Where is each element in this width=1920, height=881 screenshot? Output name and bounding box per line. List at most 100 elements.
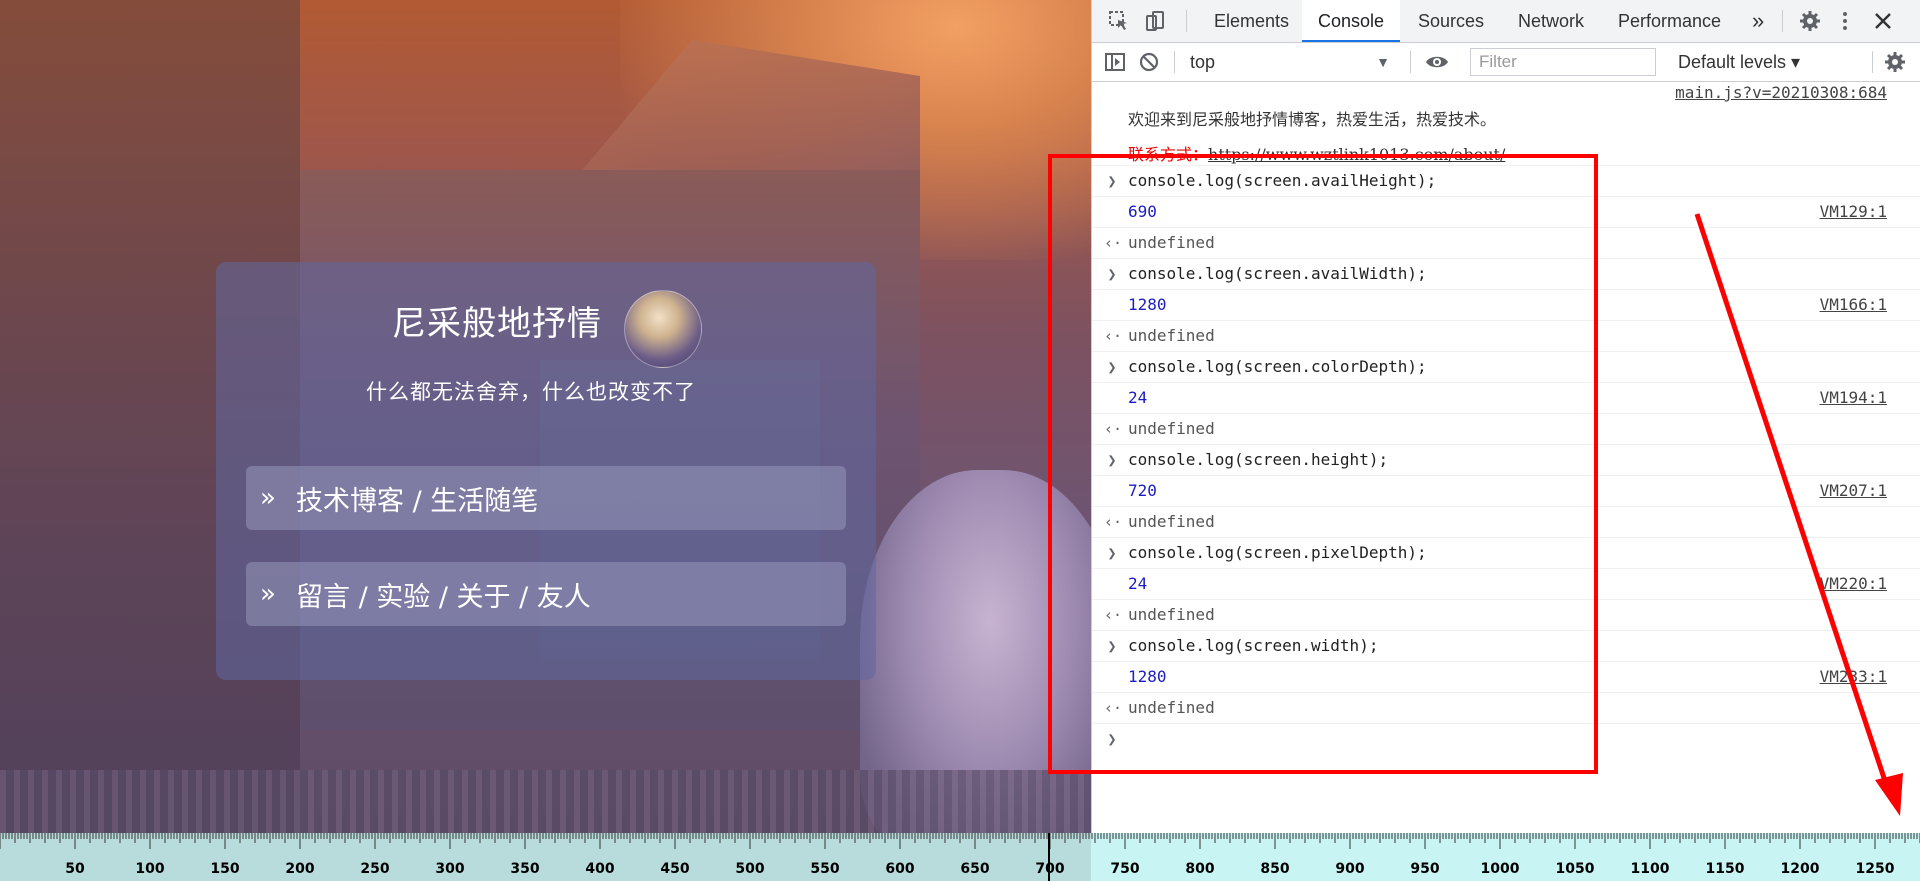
console-command: console.log(screen.pixelDepth); xyxy=(1128,543,1427,562)
ruler-label: 550 xyxy=(810,861,840,877)
console-message: main.js?v=20210308:684 xyxy=(1092,81,1920,105)
live-expression-eye-icon[interactable] xyxy=(1424,49,1450,75)
console-result: undefined xyxy=(1128,233,1215,252)
tab-network[interactable]: Network xyxy=(1502,0,1600,41)
more-options-icon[interactable] xyxy=(1832,8,1858,34)
ruler-label: 750 xyxy=(1110,861,1140,877)
sidebar-toggle-icon[interactable] xyxy=(1102,49,1128,75)
source-link[interactable]: VM220:1 xyxy=(1820,569,1887,599)
source-link[interactable]: VM166:1 xyxy=(1820,290,1887,320)
chevron-right-icon: » xyxy=(260,483,276,513)
source-link[interactable]: VM207:1 xyxy=(1820,476,1887,506)
console-prompt[interactable]: ❯ xyxy=(1092,724,1920,754)
clear-console-icon[interactable] xyxy=(1136,49,1162,75)
close-icon[interactable] xyxy=(1870,8,1896,34)
chevron-right-icon: ❯ xyxy=(1107,265,1117,283)
console-log-value: 1280 xyxy=(1128,667,1167,686)
console-result-row: ‹· undefined xyxy=(1092,600,1920,631)
ruler-label: 1200 xyxy=(1780,861,1820,877)
nav-link-blog[interactable]: » 技术博客 / 生活随笔 xyxy=(246,466,846,530)
nav-link-label: 留言 / 实验 / 关于 / 友人 xyxy=(296,581,591,613)
blog-page: 尼采般地抒情 什么都无法舍弃，什么也改变不了 » 技术博客 / 生活随笔 » 留… xyxy=(0,0,1091,833)
console-command: console.log(screen.availHeight); xyxy=(1128,171,1437,190)
ruler-label: 200 xyxy=(285,861,315,877)
ruler-label: 1250 xyxy=(1855,861,1895,877)
console-command: console.log(screen.height); xyxy=(1128,450,1389,469)
tab-console[interactable]: Console xyxy=(1302,0,1401,42)
site-title: 尼采般地抒情 xyxy=(392,304,602,344)
settings-gear-icon[interactable] xyxy=(1797,8,1823,34)
console-message: 联系方式：https://www.wztlink1013.com/about/ xyxy=(1092,135,1920,166)
console-input-row: ❯ console.log(screen.availHeight); xyxy=(1092,166,1920,197)
return-arrow-icon: ‹· xyxy=(1104,699,1123,717)
console-log-value: 1280 xyxy=(1128,295,1167,314)
console-log-row: 1280 VM233:1 xyxy=(1092,662,1920,693)
console-input-row: ❯ console.log(screen.height); xyxy=(1092,445,1920,476)
inspect-element-icon[interactable] xyxy=(1106,8,1132,34)
contact-link[interactable]: https://www.wztlink1013.com/about/ xyxy=(1208,145,1505,164)
console-log-row: 24 VM220:1 xyxy=(1092,569,1920,600)
console-log-value: 24 xyxy=(1128,574,1148,593)
ruler-label: 350 xyxy=(510,861,540,877)
ruler-label: 800 xyxy=(1185,861,1215,877)
console-input-row: ❯ console.log(screen.pixelDepth); xyxy=(1092,538,1920,569)
ruler-label: 600 xyxy=(885,861,915,877)
contact-label: 联系方式： xyxy=(1128,145,1209,164)
nav-link-about[interactable]: » 留言 / 实验 / 关于 / 友人 xyxy=(246,562,846,626)
console-toolbar: top ▼ Filter Default levels ▾ xyxy=(1092,43,1920,82)
console-command: console.log(screen.width); xyxy=(1128,636,1379,655)
device-toolbar-icon[interactable] xyxy=(1142,8,1168,34)
ruler-label: 1150 xyxy=(1705,861,1745,877)
console-result: undefined xyxy=(1128,605,1215,624)
console-result: undefined xyxy=(1128,419,1215,438)
avatar[interactable] xyxy=(624,290,702,368)
console-result-row: ‹· undefined xyxy=(1092,228,1920,259)
context-selector-value: top xyxy=(1190,52,1216,72)
source-link[interactable]: main.js?v=20210308:684 xyxy=(1675,81,1887,105)
ruler-label: 700 xyxy=(1035,861,1065,877)
tab-sources[interactable]: Sources xyxy=(1402,0,1500,41)
filter-input[interactable]: Filter xyxy=(1470,48,1656,76)
console-result: undefined xyxy=(1128,698,1215,717)
ruler-label: 450 xyxy=(660,861,690,877)
toolbar-divider xyxy=(1872,51,1873,73)
log-levels-dropdown[interactable]: Default levels ▾ xyxy=(1678,49,1800,75)
tab-performance[interactable]: Performance xyxy=(1602,0,1737,41)
background-fence xyxy=(0,770,1091,833)
console-log-row: 1280 VM166:1 xyxy=(1092,290,1920,321)
console-settings-gear-icon[interactable] xyxy=(1882,49,1908,75)
return-arrow-icon: ‹· xyxy=(1104,327,1123,345)
console-log-value: 720 xyxy=(1128,481,1157,500)
ruler-label: 500 xyxy=(735,861,765,877)
toolbar-divider xyxy=(1782,10,1783,32)
console-log-row: 24 VM194:1 xyxy=(1092,383,1920,414)
toolbar-divider xyxy=(1174,51,1175,73)
welcome-message: 欢迎来到尼采般地抒情博客，热爱生活，热爱技术。 xyxy=(1128,110,1497,129)
console-command: console.log(screen.availWidth); xyxy=(1128,264,1427,283)
more-tabs-button[interactable]: » xyxy=(1744,0,1772,41)
context-selector[interactable]: top ▼ xyxy=(1190,49,1390,75)
toolbar-divider xyxy=(1186,10,1187,32)
ruler-label: 150 xyxy=(210,861,240,877)
return-arrow-icon: ‹· xyxy=(1104,606,1123,624)
ruler-label: 100 xyxy=(135,861,165,877)
source-link[interactable]: VM129:1 xyxy=(1820,197,1887,227)
tab-elements[interactable]: Elements xyxy=(1198,0,1305,41)
ruler-label: 1050 xyxy=(1555,861,1595,877)
dropdown-arrow-icon: ▼ xyxy=(1376,54,1390,70)
console-result-row: ‹· undefined xyxy=(1092,507,1920,538)
chevron-right-icon: » xyxy=(260,579,276,609)
console-log-value: 690 xyxy=(1128,202,1157,221)
console-log-row: 690 VM129:1 xyxy=(1092,197,1920,228)
console-input-row: ❯ console.log(screen.availWidth); xyxy=(1092,259,1920,290)
ruler-label: 1100 xyxy=(1630,861,1670,877)
console-input-row: ❯ console.log(screen.colorDepth); xyxy=(1092,352,1920,383)
source-link[interactable]: VM233:1 xyxy=(1820,662,1887,692)
console-log-value: 24 xyxy=(1128,388,1148,407)
devtools-panel: Elements Console Sources Network Perform… xyxy=(1091,0,1920,833)
ruler-label: 50 xyxy=(65,861,85,877)
toolbar-divider xyxy=(1410,51,1411,73)
site-subtitle: 什么都无法舍弃，什么也改变不了 xyxy=(366,380,696,404)
source-link[interactable]: VM194:1 xyxy=(1820,383,1887,413)
chevron-right-icon: ❯ xyxy=(1107,451,1117,469)
